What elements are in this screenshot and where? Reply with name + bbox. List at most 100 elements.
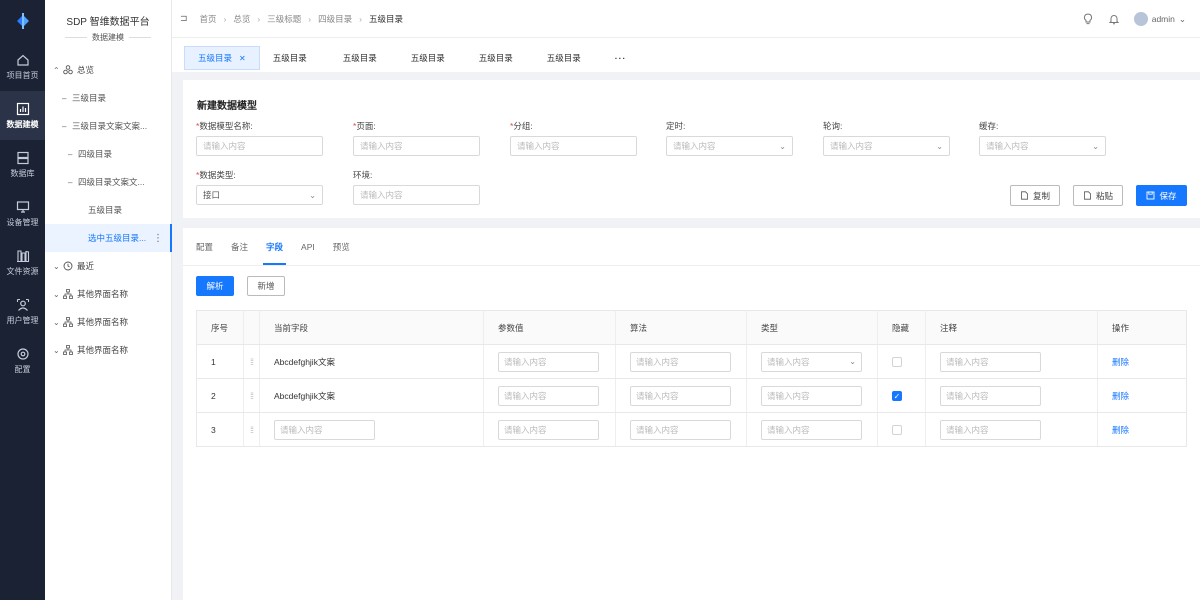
comment-input[interactable]: 请输入内容 xyxy=(940,385,1041,406)
polling-select[interactable]: 请输入内容 ⌄ xyxy=(823,136,950,156)
app-logo[interactable] xyxy=(0,0,45,42)
rail-item-users[interactable]: 用户管理 xyxy=(0,287,45,336)
comment-input[interactable]: 请输入内容 xyxy=(940,351,1041,372)
row-index: 1 xyxy=(196,344,244,379)
chevron-down-icon: ⌄ xyxy=(936,141,943,151)
rail-item-home[interactable]: 项目首页 xyxy=(0,42,45,91)
lightbulb-icon[interactable] xyxy=(1082,13,1094,25)
parse-button[interactable]: 解析 xyxy=(196,276,234,296)
delete-link[interactable]: 删除 xyxy=(1112,425,1129,435)
page-tab[interactable]: 五级目录 xyxy=(534,46,594,70)
algorithm-input[interactable]: 请输入内容 xyxy=(630,419,731,440)
breadcrumb-item[interactable]: 首页 xyxy=(200,13,217,25)
tree-node-overview[interactable]: ⌃ 总览 xyxy=(45,56,171,84)
rail-item-files[interactable]: 文件资源 xyxy=(0,238,45,287)
environment-input[interactable]: 请输入内容 xyxy=(353,185,480,205)
tab-preview[interactable]: 预览 xyxy=(324,228,359,265)
comment-input[interactable]: 请输入内容 xyxy=(940,419,1041,440)
schedule-select[interactable]: 请输入内容 ⌄ xyxy=(666,136,793,156)
algorithm-input[interactable]: 请输入内容 xyxy=(630,351,731,372)
column-header: 参数值 xyxy=(483,310,616,345)
page-tab[interactable]: 五级目录 xyxy=(466,46,526,70)
drag-handle-icon[interactable]: ⁞⁞ xyxy=(243,344,260,379)
add-button[interactable]: 新增 xyxy=(247,276,285,296)
page-input[interactable]: 请输入内容 xyxy=(353,136,480,156)
close-icon[interactable]: ✕ xyxy=(239,54,246,63)
rail-item-label: 文件资源 xyxy=(6,266,39,276)
chevron-up-icon[interactable]: ⌃ xyxy=(53,66,63,75)
table-header-row: 序号 当前字段 参数值 算法 类型 隐藏 注释 操作 xyxy=(196,310,1187,345)
tree-node[interactable]: – 三级目录 xyxy=(45,84,171,112)
delete-link[interactable]: 删除 xyxy=(1112,357,1129,367)
rail-item-devices[interactable]: 设备管理 xyxy=(0,189,45,238)
user-menu[interactable]: admin ⌄ xyxy=(1133,12,1186,26)
hidden-checkbox-checked[interactable]: ✓ xyxy=(892,390,902,401)
rail-item-settings[interactable]: 配置 xyxy=(0,336,45,385)
tree-node[interactable]: – 四级目录 xyxy=(45,140,171,168)
type-input[interactable]: 请输入内容 xyxy=(761,385,862,406)
hidden-checkbox[interactable] xyxy=(892,424,902,435)
type-select[interactable]: 请输入内容 ⌄ xyxy=(761,351,862,372)
hidden-checkbox[interactable] xyxy=(892,356,902,367)
cache-select[interactable]: 请输入内容 ⌄ xyxy=(979,136,1106,156)
param-input[interactable]: 请输入内容 xyxy=(498,419,599,440)
group-input[interactable]: 请输入内容 xyxy=(510,136,637,156)
action-cell: 删除 xyxy=(1097,344,1187,379)
settings-icon xyxy=(16,347,29,360)
paste-icon xyxy=(1084,191,1091,200)
page-tab[interactable]: 五级目录 xyxy=(398,46,458,70)
tab-fields[interactable]: 字段 xyxy=(257,228,292,265)
rail-item-database[interactable]: 数据库 xyxy=(0,140,45,189)
more-vertical-icon[interactable]: ⋮ xyxy=(153,233,163,244)
field-name-input[interactable]: 请输入内容 xyxy=(274,419,375,440)
breadcrumb-item[interactable]: 三级标题 xyxy=(267,13,301,25)
breadcrumb-item[interactable]: 四级目录 xyxy=(318,13,352,25)
sidebar-subtitle: 数据建模 xyxy=(45,32,171,43)
tree-node-other[interactable]: ⌄ 其他界面名称 xyxy=(45,280,171,308)
chevron-down-icon[interactable]: ⌄ xyxy=(53,318,63,327)
tree-node[interactable]: 五级目录 xyxy=(45,196,171,224)
drag-handle-icon[interactable]: ⁞⁞ xyxy=(243,412,260,447)
type-input[interactable]: 请输入内容 xyxy=(761,419,862,440)
button-label: 保存 xyxy=(1159,190,1177,201)
tab-notes[interactable]: 备注 xyxy=(222,228,257,265)
tab-api[interactable]: API xyxy=(292,228,324,265)
input-placeholder: 请输入内容 xyxy=(830,141,873,151)
column-header: 类型 xyxy=(746,310,878,345)
drag-handle-icon[interactable]: ⁞⁞ xyxy=(243,378,260,413)
chevron-down-icon[interactable]: ⌄ xyxy=(53,290,63,299)
tree-node-recent[interactable]: ⌄ 最近 xyxy=(45,252,171,280)
tree-node[interactable]: – 四级目录文案文... xyxy=(45,168,171,196)
page-tab-active[interactable]: 五级目录 ✕ xyxy=(184,46,260,70)
tab-config[interactable]: 配置 xyxy=(196,228,222,265)
page-tab[interactable]: 五级目录 xyxy=(260,46,320,70)
model-name-input[interactable]: 请输入内容 xyxy=(196,136,323,156)
delete-link[interactable]: 删除 xyxy=(1112,391,1129,401)
chevron-down-icon[interactable]: – xyxy=(68,178,78,187)
collapse-menu-icon[interactable]: ⊐ xyxy=(180,13,188,24)
data-type-select[interactable]: 接口 ⌄ xyxy=(196,185,323,205)
rail-item-label: 数据建模 xyxy=(6,119,39,129)
algorithm-input[interactable]: 请输入内容 xyxy=(630,385,731,406)
chevron-down-icon[interactable]: – xyxy=(62,122,72,131)
tree-node-other[interactable]: ⌄ 其他界面名称 xyxy=(45,308,171,336)
page-tab[interactable]: 五级目录 xyxy=(330,46,390,70)
rail-item-label: 设备管理 xyxy=(6,217,39,227)
more-tabs-icon[interactable]: ··· xyxy=(602,46,640,70)
chevron-down-icon[interactable]: ⌄ xyxy=(53,346,63,355)
copy-button[interactable]: 复制 xyxy=(1010,185,1060,206)
param-cell: 请输入内容 xyxy=(483,378,616,413)
tree-node-other[interactable]: ⌄ 其他界面名称 xyxy=(45,336,171,364)
tree-node-selected[interactable]: 选中五级目录... ⋮ xyxy=(45,224,172,252)
chevron-right-icon[interactable]: – xyxy=(62,94,72,103)
breadcrumb-item[interactable]: 总览 xyxy=(233,13,250,25)
save-button[interactable]: 保存 xyxy=(1136,185,1187,206)
bell-icon[interactable] xyxy=(1108,13,1120,25)
chevron-down-icon[interactable]: ⌄ xyxy=(53,262,63,271)
param-input[interactable]: 请输入内容 xyxy=(498,351,599,372)
param-input[interactable]: 请输入内容 xyxy=(498,385,599,406)
paste-button[interactable]: 粘贴 xyxy=(1073,185,1123,206)
rail-item-modeling[interactable]: 数据建模 xyxy=(0,91,45,140)
tree-node[interactable]: – 三级目录文案文案... xyxy=(45,112,171,140)
chevron-right-icon[interactable]: – xyxy=(68,150,78,159)
